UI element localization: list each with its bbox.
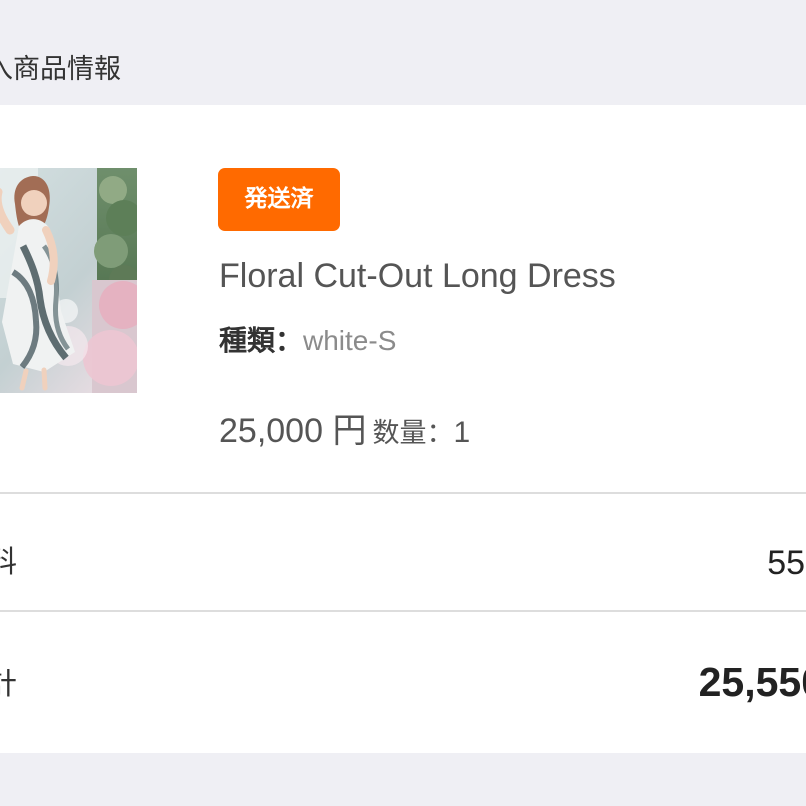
total-divider: [0, 610, 806, 612]
variant-label: 種類：: [219, 324, 304, 357]
section-title: 入商品情報: [0, 54, 121, 85]
product-variant: 種類：white-S: [219, 323, 396, 359]
photo-leg: [41, 367, 48, 391]
quantity-label: 数量：: [372, 418, 454, 449]
variant-value: white-S: [303, 325, 397, 356]
total-label: 計: [0, 667, 17, 702]
shipping-status-badge: 発送済: [218, 168, 340, 231]
photo-leaf: [94, 234, 128, 268]
product-image[interactable]: [0, 168, 137, 393]
product-price: 25,000 円: [219, 412, 367, 450]
photo-flower: [83, 330, 137, 386]
purchase-card: 発送済 Floral Cut-Out Long Dress 種類：white-S…: [0, 105, 806, 753]
summary-divider: [0, 492, 806, 494]
price-quantity-line: 25,000 円数量：1: [219, 410, 470, 455]
photo-leaf: [99, 176, 127, 204]
product-name[interactable]: Floral Cut-Out Long Dress: [219, 255, 616, 297]
order-details-screen: 入商品情報: [0, 0, 806, 806]
shipping-fee-value: 550: [767, 544, 806, 582]
total-value: 25,550: [698, 659, 806, 705]
shipping-fee-label: 料: [0, 545, 17, 580]
section-header: 入商品情報: [0, 0, 806, 105]
photo-face: [21, 190, 47, 216]
quantity-value: 1: [453, 416, 471, 449]
product-photo-illustration: [0, 168, 137, 393]
